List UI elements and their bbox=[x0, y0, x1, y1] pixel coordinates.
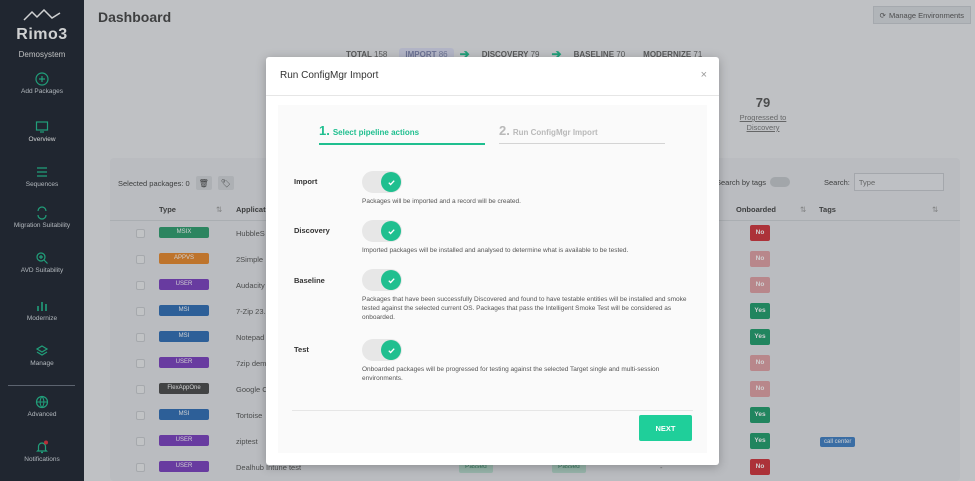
next-button[interactable]: NEXT bbox=[639, 415, 692, 441]
action-toggle[interactable] bbox=[362, 339, 402, 361]
action-description: Onboarded packages will be progressed fo… bbox=[362, 366, 660, 382]
action-description: Imported packages will be installed and … bbox=[362, 247, 629, 254]
check-icon bbox=[381, 221, 401, 241]
modal-divider bbox=[266, 95, 719, 96]
step-select-pipeline-actions[interactable]: 1. Select pipeline actions bbox=[319, 123, 419, 138]
step-run-configmgr-import[interactable]: 2. Run ConfigMgr Import bbox=[499, 123, 598, 138]
check-icon bbox=[381, 172, 401, 192]
step1-indicator bbox=[319, 143, 485, 145]
modal-body: 1. Select pipeline actions 2. Run ConfigMg… bbox=[278, 105, 707, 453]
action-toggle[interactable] bbox=[362, 171, 402, 193]
modal-footer-divider bbox=[292, 410, 693, 411]
run-configmgr-import-modal: Run ConfigMgr Import × 1. Select pipeline… bbox=[266, 57, 719, 465]
action-label: Discovery bbox=[294, 226, 330, 235]
check-icon bbox=[381, 270, 401, 290]
action-label: Baseline bbox=[294, 276, 325, 285]
action-toggle[interactable] bbox=[362, 220, 402, 242]
action-toggle[interactable] bbox=[362, 269, 402, 291]
action-description: Packages will be imported and a record w… bbox=[362, 198, 521, 205]
close-icon[interactable]: × bbox=[701, 69, 707, 81]
action-label: Test bbox=[294, 345, 309, 354]
modal-title: Run ConfigMgr Import bbox=[280, 70, 379, 81]
action-description: Packages that have been successfully Dis… bbox=[362, 296, 687, 321]
action-label: Import bbox=[294, 177, 318, 186]
check-icon bbox=[381, 340, 401, 360]
step2-indicator bbox=[499, 143, 665, 144]
